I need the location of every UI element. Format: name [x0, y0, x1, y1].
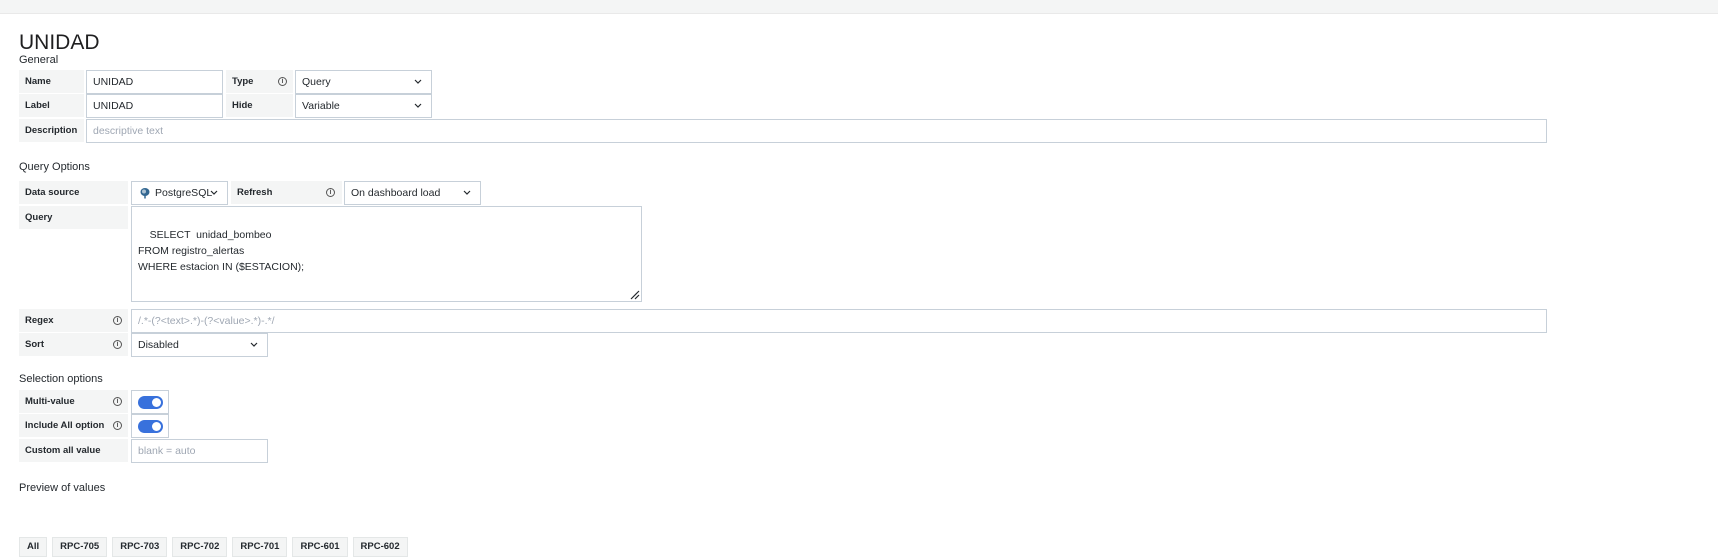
section-query-options: Query Options [19, 161, 90, 173]
section-general: General [19, 54, 59, 66]
sort-select-value: Disabled [138, 339, 179, 351]
query-label-text: Query [25, 212, 53, 223]
type-select[interactable]: Query [295, 70, 432, 94]
sort-select[interactable]: Disabled [131, 333, 268, 357]
name-input[interactable]: UNIDAD [86, 70, 223, 94]
preview-value-chip: RPC-702 [172, 537, 228, 557]
info-icon[interactable]: i [326, 188, 335, 197]
data-source-select[interactable]: PostgreSQL [131, 181, 228, 205]
chevron-down-icon [210, 190, 218, 195]
chevron-down-icon [463, 190, 471, 195]
toggle-switch[interactable] [138, 420, 163, 433]
info-icon[interactable]: i [113, 421, 122, 430]
toggle-switch[interactable] [138, 396, 163, 409]
data-source-label: Data source [19, 181, 128, 204]
label-label: Label [19, 94, 84, 117]
query-text: SELECT unidad_bombeo FROM registro_alert… [138, 229, 305, 273]
description-input[interactable]: descriptive text [86, 119, 1547, 143]
regex-label: Regex i [19, 309, 128, 332]
preview-value-chip: RPC-601 [292, 537, 348, 557]
multi-value-label: Multi-value i [19, 390, 128, 413]
preview-value-chip: RPC-705 [52, 537, 108, 557]
type-select-value: Query [302, 76, 331, 88]
variable-editor: UNIDAD General Name UNIDAD Type i Query … [0, 13, 1718, 559]
info-icon[interactable]: i [113, 397, 122, 406]
preview-value-chip: RPC-701 [232, 537, 288, 557]
preview-value-chip: RPC-602 [352, 537, 408, 557]
description-label: Description [19, 119, 84, 142]
chevron-down-icon [414, 103, 422, 108]
type-label: Type i [226, 70, 293, 93]
sort-label: Sort i [19, 333, 128, 356]
toggle-knob [152, 398, 161, 407]
section-selection-options: Selection options [19, 373, 103, 385]
description-label-text: Description [25, 125, 78, 136]
preview-value-chip: RPC-703 [112, 537, 168, 557]
label-label-text: Label [25, 100, 50, 111]
info-icon[interactable]: i [113, 316, 122, 325]
name-label: Name [19, 70, 84, 93]
regex-input[interactable]: /.*-(?<text>.*)-(?<value>.*)-.*/ [131, 309, 1547, 333]
refresh-label-text: Refresh [237, 187, 273, 198]
info-icon[interactable]: i [113, 340, 122, 349]
chevron-down-icon [250, 342, 258, 347]
regex-label-text: Regex [25, 315, 54, 326]
data-source-value: PostgreSQL [155, 187, 213, 199]
hide-select-value: Variable [302, 100, 340, 112]
custom-all-label-text: Custom all value [25, 445, 101, 456]
data-source-label-text: Data source [25, 187, 80, 198]
custom-all-input[interactable]: blank = auto [131, 439, 268, 463]
hide-label-text: Hide [232, 100, 253, 111]
refresh-select-value: On dashboard load [351, 187, 441, 199]
section-preview: Preview of values [19, 482, 106, 494]
hide-label: Hide [226, 94, 293, 117]
custom-all-label: Custom all value [19, 439, 128, 462]
resize-handle-icon[interactable] [628, 288, 640, 300]
multi-value-toggle[interactable] [131, 390, 169, 414]
name-label-text: Name [25, 76, 51, 87]
toggle-knob [152, 422, 161, 431]
sort-label-text: Sort [25, 339, 44, 350]
preview-values: All RPC-705 RPC-703 RPC-702 RPC-701 RPC-601 RP… [19, 537, 408, 559]
include-all-toggle[interactable] [131, 414, 169, 438]
hide-select[interactable]: Variable [295, 94, 432, 118]
postgresql-icon [140, 188, 150, 199]
query-editor[interactable]: SELECT unidad_bombeo FROM registro_alert… [131, 206, 642, 302]
preview-value-chip: All [19, 537, 48, 557]
label-input[interactable]: UNIDAD [86, 94, 223, 118]
chevron-down-icon [414, 79, 422, 84]
info-icon[interactable]: i [278, 77, 287, 86]
query-label: Query [19, 206, 128, 229]
include-all-label: Include All option i [19, 414, 128, 437]
refresh-select[interactable]: On dashboard load [344, 181, 481, 205]
multi-value-label-text: Multi-value [25, 396, 75, 407]
refresh-label: Refresh i [231, 181, 342, 204]
type-label-text: Type [232, 76, 254, 87]
include-all-label-text: Include All option [25, 420, 105, 431]
